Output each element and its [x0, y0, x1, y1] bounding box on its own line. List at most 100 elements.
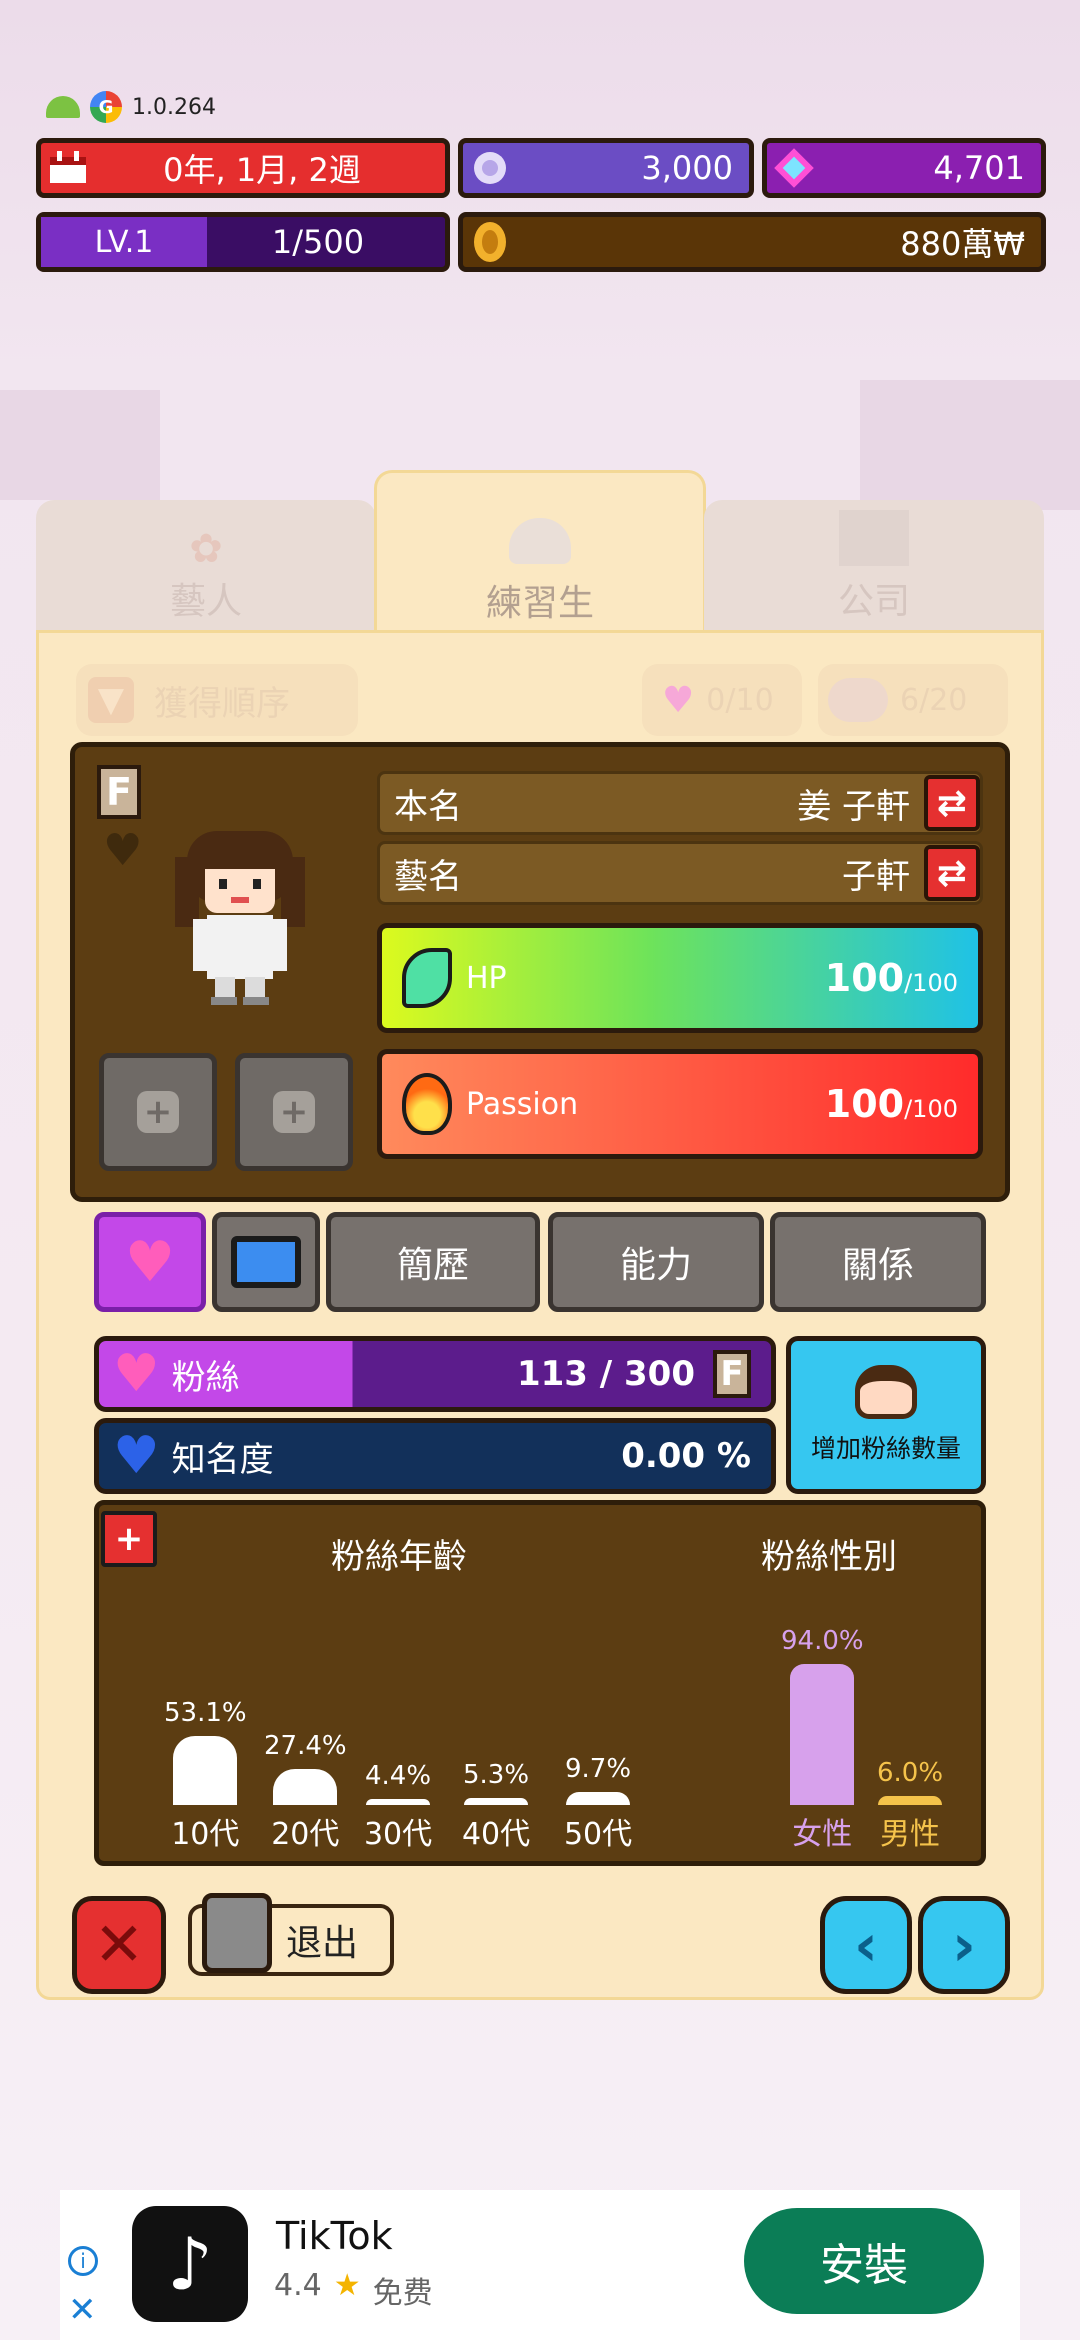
version-info: G 1.0.264 — [46, 90, 216, 124]
chart-category-label: 男性 — [880, 1817, 941, 1852]
chart-value-label: 5.3% — [463, 1760, 530, 1791]
tab-relation[interactable]: 關係 — [770, 1212, 986, 1312]
chevron-down-icon: ▼ — [88, 677, 134, 723]
tab-ability-label: 能力 — [619, 1245, 692, 1286]
date-bar: 0年, 1月, 2週 — [36, 138, 450, 198]
tab-company[interactable]: 公司 — [704, 500, 1044, 640]
gender-chart-title: 粉絲性別 — [761, 1537, 897, 1577]
tab-trainee-label: 練習生 — [485, 583, 594, 624]
close-button[interactable]: ✕ — [72, 1896, 166, 1994]
tv-icon — [231, 1236, 301, 1288]
chart-bar — [173, 1735, 238, 1805]
chevron-right-icon: › — [952, 1911, 976, 1979]
trainee-icon — [509, 518, 571, 564]
prev-button[interactable]: ‹ — [820, 1896, 912, 1994]
chart-bar — [273, 1769, 338, 1805]
hp-max: /100 — [904, 969, 958, 997]
calendar-icon — [41, 143, 95, 193]
ad-app-name: TikTok — [276, 2214, 393, 2258]
hp-label: HP — [466, 960, 507, 996]
sort-dropdown[interactable]: ▼ 獲得順序 — [76, 664, 358, 736]
fame-bar: ♥ 知名度 0.00 % — [94, 1418, 776, 1494]
tab-media[interactable] — [212, 1212, 320, 1312]
money-value: 880萬₩ — [900, 225, 1025, 263]
chart-column: 53.1% 10代 — [164, 1697, 247, 1852]
ad-rating-row: 4.4 ★ 免费 — [274, 2268, 433, 2312]
chart-category-label: 30代 — [363, 1817, 433, 1852]
hp-bar: HP 100 /100 — [377, 923, 983, 1033]
chart-category-label: 女性 — [792, 1817, 853, 1852]
passion-label: Passion — [466, 1086, 579, 1122]
heart-icon: ♥ — [662, 679, 695, 721]
close-ad-icon[interactable]: ✕ — [68, 2290, 97, 2330]
close-icon: ✕ — [93, 1910, 145, 1980]
character-sprite — [175, 827, 305, 1007]
tab-artist[interactable]: ✿ 藝人 — [36, 500, 376, 640]
chart-value-label: 27.4% — [264, 1731, 347, 1762]
artist-icon: ✿ — [189, 526, 223, 572]
fame-label: 知名度 — [171, 1439, 274, 1480]
category-tabs: ✿ 藝人 練習生 公司 — [36, 470, 1044, 642]
expand-button[interactable]: + — [101, 1511, 157, 1567]
tab-relation-label: 關係 — [841, 1245, 914, 1286]
chart-bar — [790, 1664, 855, 1805]
face-icon — [855, 1365, 917, 1419]
tab-ability[interactable]: 能力 — [548, 1212, 764, 1312]
refresh-stage-name-button[interactable]: ⇄ — [924, 845, 980, 901]
exit-label: 退出 — [286, 1923, 359, 1964]
currency2-value: 4,701 — [933, 149, 1025, 187]
tiktok-logo-icon: ♪ — [132, 2206, 248, 2322]
tab-trainee[interactable]: 練習生 — [374, 470, 706, 642]
equip-slot-1[interactable]: + — [99, 1053, 217, 1171]
chart-category-label: 20代 — [271, 1817, 340, 1852]
plus-icon: + — [273, 1091, 315, 1133]
coin-icon — [463, 217, 517, 267]
chart-column: 94.0% 女性 — [781, 1626, 864, 1852]
google-icon: G — [90, 91, 122, 123]
next-button[interactable]: › — [918, 1896, 1010, 1994]
tab-fans[interactable]: ♥ — [94, 1212, 206, 1312]
trainee-head-icon — [828, 678, 888, 722]
chart-column: 5.3% 40代 — [462, 1760, 530, 1852]
fans-value: 113 / 300 — [516, 1354, 695, 1394]
chart-value-label: 53.1% — [164, 1697, 247, 1728]
passion-bar: Passion 100 /100 — [377, 1049, 983, 1159]
real-name-row: 本名 姜 子軒 ⇄ — [377, 771, 983, 835]
grade-badge: F — [97, 765, 141, 819]
fans-bar: ♥ 粉絲 113 / 300 F — [94, 1336, 776, 1412]
install-button[interactable]: 安裝 — [744, 2208, 984, 2314]
star-icon: ★ — [333, 2268, 361, 2303]
age-chart-title: 粉絲年齡 — [331, 1537, 467, 1577]
chart-column: 27.4% 20代 — [264, 1731, 347, 1852]
level-bar: LV.1 1/500 — [36, 212, 450, 272]
feather-icon — [402, 948, 452, 1008]
tab-company-label: 公司 — [837, 581, 910, 622]
fans-grade-badge: F — [713, 1350, 751, 1398]
ad-banner[interactable]: ♪ TikTok 4.4 ★ 免费 安裝 i ✕ — [60, 2190, 1020, 2340]
exit-button[interactable]: 退出 — [188, 1893, 394, 1976]
currency1-value: 3,000 — [641, 149, 733, 187]
shredder-icon — [202, 1893, 272, 1973]
fan-demographics-chart: + 粉絲年齡 粉絲性別 53.1% 10代 27.4% 20代 4.4% 30代 5.3% 4… — [94, 1500, 986, 1866]
info-icon[interactable]: i — [68, 2246, 98, 2276]
chart-category-label: 50代 — [563, 1817, 633, 1852]
chart-category-label: 40代 — [461, 1817, 531, 1852]
passion-max: /100 — [904, 1095, 958, 1123]
chart-column: 6.0% 男性 — [877, 1758, 943, 1852]
add-fans-button[interactable]: 增加粉絲數量 — [786, 1336, 986, 1494]
building-icon — [839, 510, 909, 566]
chart-column: 9.7% 50代 — [564, 1754, 632, 1852]
chart-bar — [878, 1796, 943, 1805]
level-label: LV.1 — [41, 217, 207, 267]
favorite-heart-icon[interactable]: ♥ — [103, 825, 142, 876]
android-icon — [46, 96, 80, 118]
stage-name-label: 藝名 — [394, 856, 462, 897]
chart-value-label: 9.7% — [565, 1754, 632, 1785]
tab-resume[interactable]: 簡歷 — [326, 1212, 540, 1312]
gem-pink-icon — [767, 143, 821, 193]
ad-rating: 4.4 — [274, 2268, 322, 2303]
chart-category-label: 10代 — [171, 1817, 240, 1852]
heart-count: 0/10 — [706, 682, 774, 718]
equip-slot-2[interactable]: + — [235, 1053, 353, 1171]
refresh-real-name-button[interactable]: ⇄ — [924, 775, 980, 831]
